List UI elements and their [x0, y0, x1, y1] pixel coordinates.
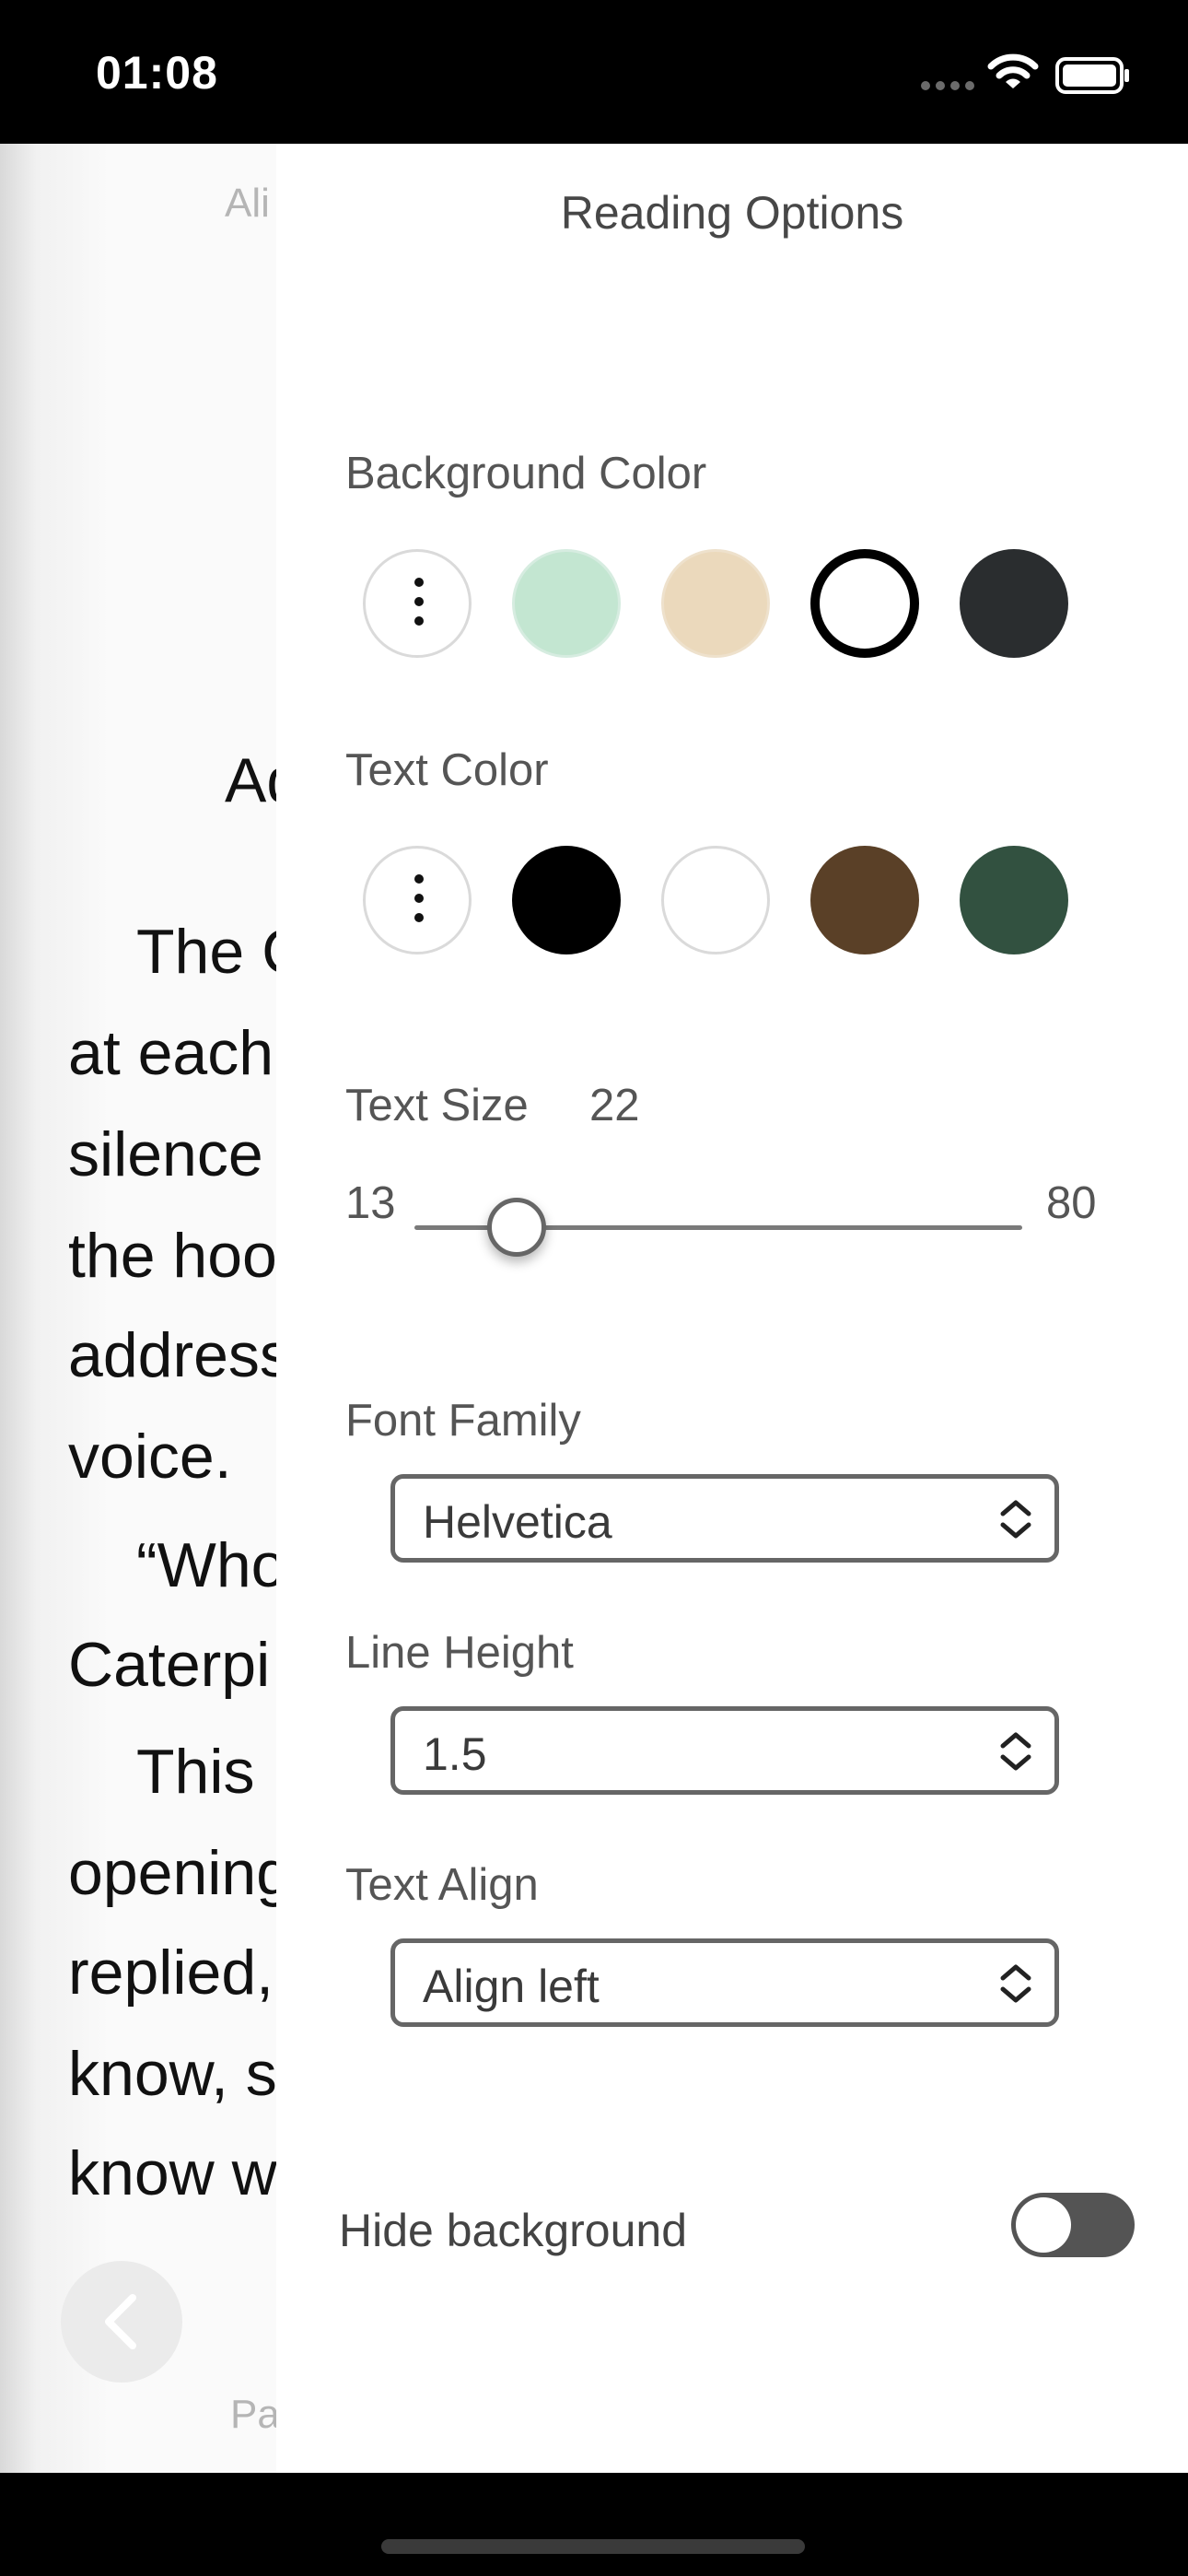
text-size-value: 22 — [589, 1081, 640, 1130]
text-size-slider-thumb[interactable] — [487, 1198, 546, 1257]
line-height-value: 1.5 — [423, 1728, 487, 1780]
reader-text-line: Caterpi — [68, 1630, 271, 1700]
more-vertical-icon — [414, 874, 424, 922]
toggle-knob — [1016, 2197, 1071, 2253]
reader-text-line: know, s — [68, 2039, 277, 2109]
reader-text-line: voice. — [68, 1422, 232, 1492]
background-swatch-sepia[interactable] — [661, 549, 770, 658]
text-size-min: 13 — [345, 1178, 396, 1228]
status-bar: 01:08 — [0, 0, 1188, 144]
chevron-left-icon — [105, 2294, 136, 2349]
reader-text-line: address — [68, 1320, 291, 1390]
background-color-more-button[interactable] — [363, 549, 472, 658]
chevron-up-down-icon — [1000, 1732, 1031, 1771]
background-swatch-mint[interactable] — [512, 549, 621, 658]
background-color-label: Background Color — [345, 449, 707, 498]
page-indicator: Pa — [230, 2392, 280, 2437]
font-family-select[interactable]: Helvetica — [390, 1474, 1059, 1563]
cellular-icon — [921, 81, 974, 90]
reader-text-line: This — [136, 1737, 255, 1807]
text-size-label: Text Size — [345, 1081, 529, 1130]
battery-icon — [1055, 57, 1129, 94]
hide-background-toggle[interactable] — [1011, 2193, 1135, 2257]
text-swatch-black[interactable] — [512, 846, 621, 954]
reader-text-line: at each — [68, 1018, 274, 1088]
reading-options-panel: Reading Options Background Color Text Co… — [276, 144, 1188, 2473]
chevron-up-down-icon — [1000, 1964, 1031, 2003]
reader-text-line: “Who — [136, 1530, 286, 1600]
previous-page-button[interactable] — [61, 2261, 182, 2383]
screen: 01:08 Ali Ad The C at each silence the h… — [0, 0, 1188, 2576]
reader-text-line: know w — [68, 2138, 277, 2208]
text-color-more-button[interactable] — [363, 846, 472, 954]
reader-text-line: replied, — [68, 1938, 274, 2008]
text-align-select[interactable]: Align left — [390, 1938, 1059, 2027]
text-swatch-green[interactable] — [960, 846, 1068, 954]
hide-background-label: Hide background — [339, 2205, 688, 2256]
home-indicator-area — [0, 2473, 1188, 2576]
reader-text-line: silence — [68, 1119, 263, 1189]
chevron-up-down-icon — [1000, 1500, 1031, 1539]
text-swatch-white[interactable] — [661, 846, 770, 954]
text-align-value: Align left — [423, 1961, 600, 2012]
background-swatch-white-selected[interactable] — [810, 549, 919, 658]
text-color-label: Text Color — [345, 745, 549, 795]
text-swatch-brown[interactable] — [810, 846, 919, 954]
line-height-select[interactable]: 1.5 — [390, 1706, 1059, 1795]
status-time: 01:08 — [96, 47, 218, 99]
more-vertical-icon — [414, 578, 424, 626]
line-height-label: Line Height — [345, 1628, 574, 1678]
reader-text-line: the hoo — [68, 1221, 277, 1291]
home-indicator[interactable] — [381, 2539, 805, 2554]
background-swatch-dark[interactable] — [960, 549, 1068, 658]
wifi-icon — [987, 53, 1039, 88]
book-title-header: Ali — [225, 181, 270, 226]
font-family-value: Helvetica — [423, 1496, 612, 1548]
panel-title: Reading Options — [560, 187, 904, 239]
text-align-label: Text Align — [345, 1860, 539, 1910]
font-family-label: Font Family — [345, 1396, 581, 1446]
reader-text-line: opening — [68, 1838, 292, 1908]
text-size-max: 80 — [1046, 1178, 1097, 1228]
